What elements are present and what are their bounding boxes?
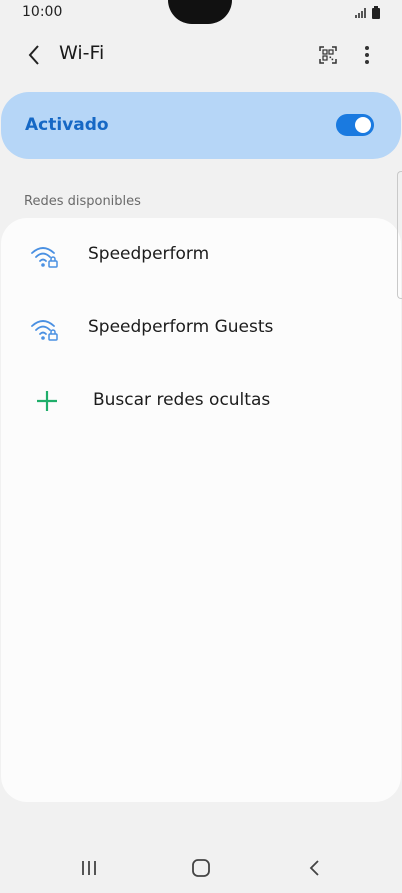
recent-apps-icon — [82, 861, 96, 875]
more-options-button[interactable] — [355, 40, 379, 70]
scrollbar[interactable] — [397, 171, 402, 299]
wifi-toggle[interactable] — [336, 114, 374, 136]
status-icons — [355, 6, 380, 19]
system-back-button[interactable] — [294, 848, 334, 888]
network-name: Speedperform Guests — [88, 317, 274, 337]
search-hidden-networks-label: Buscar redes ocultas — [93, 390, 271, 410]
page-title: Wi-Fi — [59, 42, 105, 64]
toggle-knob — [355, 117, 371, 133]
battery-icon — [372, 6, 380, 19]
networks-list: Speedperform Speedperform Guests Buscar … — [1, 218, 401, 802]
back-button[interactable] — [20, 40, 48, 70]
back-icon — [309, 860, 319, 876]
navigation-bar — [0, 840, 402, 893]
app-bar: Wi-Fi — [0, 30, 402, 80]
master-switch-label: Activado — [25, 115, 109, 135]
network-item[interactable]: Speedperform — [1, 220, 401, 290]
back-arrow-icon — [28, 45, 39, 65]
wifi-master-switch[interactable]: Activado — [1, 92, 401, 159]
more-options-icon — [365, 46, 369, 64]
plus-icon — [37, 391, 57, 411]
recent-apps-button[interactable] — [69, 848, 109, 888]
signal-icon — [355, 8, 366, 18]
qr-code-button[interactable] — [313, 40, 343, 70]
network-item[interactable]: Speedperform Guests — [1, 293, 401, 363]
wifi-lock-icon — [31, 320, 58, 341]
home-icon — [192, 859, 210, 877]
home-button[interactable] — [181, 848, 221, 888]
qr-code-icon — [319, 46, 337, 64]
available-networks-header: Redes disponibles — [24, 194, 141, 209]
wifi-lock-icon — [31, 247, 58, 268]
status-time: 10:00 — [22, 4, 63, 20]
network-name: Speedperform — [88, 244, 210, 264]
status-bar: 10:00 — [0, 0, 402, 26]
search-hidden-networks[interactable]: Buscar redes ocultas — [1, 366, 401, 436]
